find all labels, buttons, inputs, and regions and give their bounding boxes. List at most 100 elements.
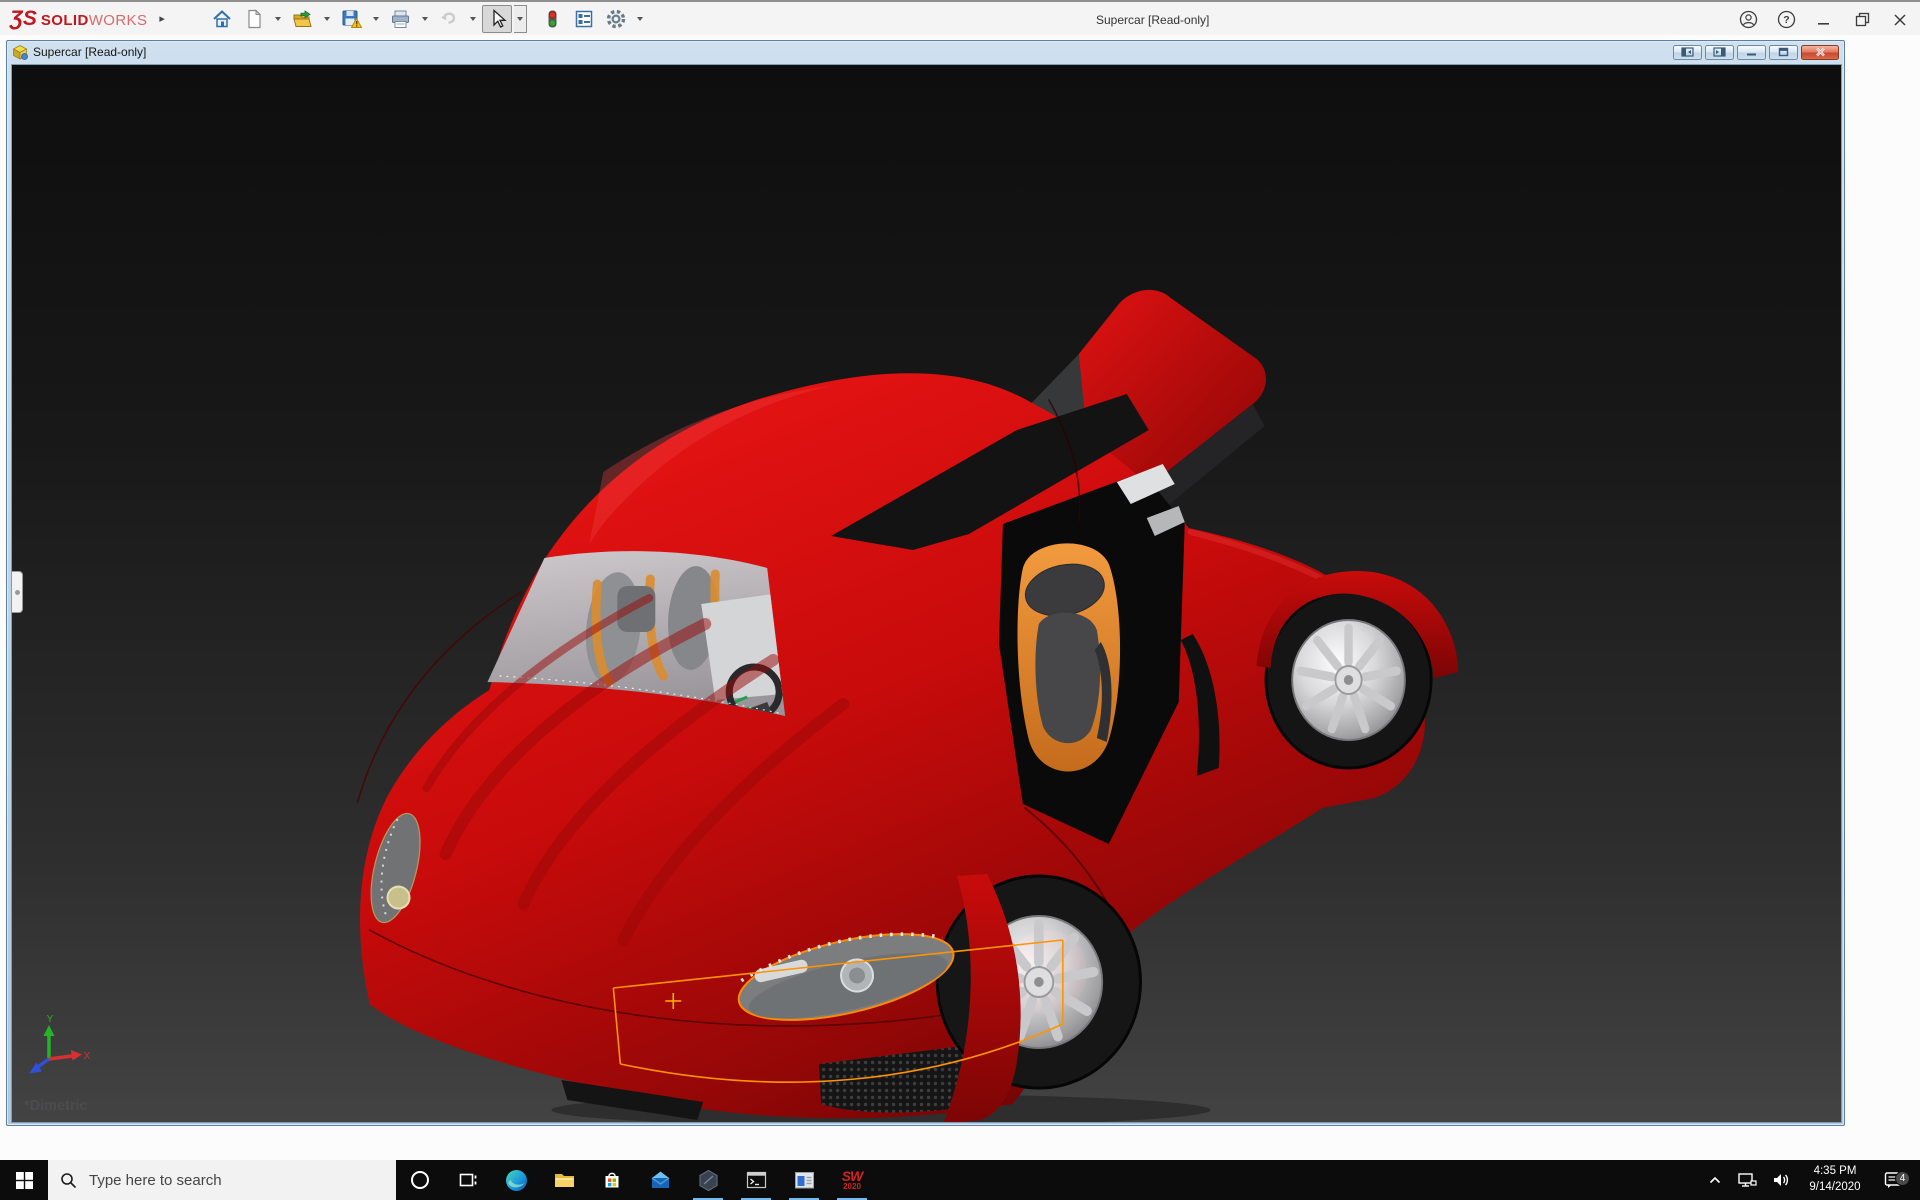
brand-solid: SOLID — [41, 12, 89, 29]
save-button[interactable] — [336, 5, 367, 33]
close-icon — [1892, 12, 1908, 28]
hexagon-app-icon — [696, 1168, 721, 1193]
close-button[interactable] — [1886, 6, 1914, 34]
terminal-icon — [744, 1168, 769, 1193]
taskbar-edge[interactable] — [492, 1160, 540, 1200]
selection-stoplight-button[interactable] — [537, 5, 567, 33]
tray-network-button[interactable] — [1730, 1169, 1764, 1191]
doc-minimize-button[interactable] — [1737, 45, 1766, 60]
cortana-icon — [409, 1169, 431, 1191]
save-dropdown[interactable] — [369, 5, 383, 33]
document-window-controls — [1673, 45, 1839, 60]
svg-text:?: ? — [1783, 14, 1789, 26]
tray-time: 4:35 PM — [1800, 1164, 1870, 1180]
taskbar-search[interactable] — [48, 1160, 396, 1200]
task-view-icon — [457, 1169, 479, 1191]
document-titlebar[interactable]: Supercar [Read-only] — [7, 41, 1844, 63]
new-document-button[interactable] — [239, 5, 269, 33]
start-button[interactable] — [0, 1160, 48, 1200]
store-icon — [600, 1168, 624, 1192]
select-tool-button[interactable] — [482, 5, 512, 33]
solidworks-icon: SW 2020 — [842, 1169, 863, 1191]
app-titlebar: ƷS SOLID WORKS ▸ — [0, 0, 1920, 35]
design-table-button[interactable] — [569, 5, 599, 33]
undo-icon — [438, 8, 460, 30]
account-button[interactable] — [1734, 6, 1762, 34]
minimize-icon — [1745, 47, 1758, 57]
selection-stoplight-icon — [541, 8, 563, 30]
assembly-cube-icon — [12, 44, 28, 60]
mail-icon — [648, 1168, 673, 1193]
task-view-button[interactable] — [444, 1160, 492, 1200]
minimize-button[interactable] — [1810, 6, 1838, 34]
system-tray: 4:35 PM 9/14/2020 4 — [1700, 1160, 1920, 1200]
search-icon — [60, 1172, 77, 1189]
solidworks-logo: ƷS SOLID WORKS — [0, 7, 153, 31]
open-dropdown[interactable] — [320, 5, 334, 33]
undo-dropdown[interactable] — [466, 5, 480, 33]
save-icon — [340, 8, 363, 30]
minimize-icon — [1816, 12, 1832, 28]
new-document-icon — [243, 8, 265, 30]
start-icon — [16, 1172, 33, 1189]
taskbar-mail[interactable] — [636, 1160, 684, 1200]
help-button[interactable]: ? — [1772, 6, 1800, 34]
design-table-icon — [573, 8, 595, 30]
tray-volume-button[interactable] — [1764, 1169, 1798, 1191]
pane-toggle-right-button[interactable] — [1705, 45, 1734, 60]
graphics-viewport[interactable]: Y X *Dimetric — [11, 64, 1842, 1123]
print-dropdown[interactable] — [418, 5, 432, 33]
volume-icon — [1770, 1169, 1792, 1191]
pane-toggle-left-button[interactable] — [1673, 45, 1702, 60]
print-button[interactable] — [385, 5, 416, 33]
chevron-up-icon — [1706, 1171, 1724, 1189]
app-window-title: Supercar [Read-only] — [1096, 2, 1209, 37]
window-app-icon — [792, 1168, 817, 1193]
car-render: Y X *Dimetric — [12, 65, 1841, 1122]
open-folder-icon — [291, 8, 314, 30]
tab-grip-icon — [15, 590, 20, 595]
doc-close-button[interactable] — [1801, 45, 1839, 60]
quick-access-toolbar — [207, 5, 647, 33]
restore-button[interactable] — [1848, 6, 1876, 34]
action-center-button[interactable]: 4 — [1872, 1169, 1914, 1191]
home-button[interactable] — [207, 5, 237, 33]
pane-toggle-left-icon — [1681, 47, 1694, 57]
restore-icon — [1777, 47, 1790, 57]
select-tool-dropdown[interactable] — [514, 5, 527, 33]
notification-count-badge: 4 — [1895, 1171, 1910, 1186]
taskbar-window-app[interactable] — [780, 1160, 828, 1200]
open-button[interactable] — [287, 5, 318, 33]
taskbar-solidworks[interactable]: SW 2020 — [828, 1160, 876, 1200]
ds-logo-glyph: ƷS — [10, 7, 37, 31]
triad-x-label: X — [84, 1051, 91, 1062]
triad-y-label: Y — [47, 1014, 54, 1025]
menu-flyout-arrow-icon[interactable]: ▸ — [159, 12, 165, 25]
undo-button[interactable] — [434, 5, 464, 33]
restore-icon — [1854, 11, 1871, 28]
windows-taskbar: SW 2020 4:35 PM 9/14/2020 — [0, 1160, 1920, 1200]
brand-works: WORKS — [89, 12, 148, 29]
close-icon — [1814, 47, 1827, 57]
tray-date: 9/14/2020 — [1800, 1180, 1870, 1196]
account-icon — [1739, 10, 1758, 29]
options-gear-icon — [605, 8, 627, 30]
file-explorer-icon — [552, 1168, 577, 1193]
home-icon — [211, 8, 233, 30]
document-title: Supercar [Read-only] — [33, 45, 146, 59]
taskbar-store[interactable] — [588, 1160, 636, 1200]
taskbar-file-explorer[interactable] — [540, 1160, 588, 1200]
search-input[interactable] — [87, 1171, 347, 1190]
taskbar-hexagon-app[interactable] — [684, 1160, 732, 1200]
doc-restore-button[interactable] — [1769, 45, 1798, 60]
cortana-button[interactable] — [396, 1160, 444, 1200]
options-dropdown[interactable] — [633, 5, 647, 33]
options-button[interactable] — [601, 5, 631, 33]
taskbar-terminal[interactable] — [732, 1160, 780, 1200]
pane-toggle-right-icon — [1713, 47, 1726, 57]
new-document-dropdown[interactable] — [271, 5, 285, 33]
tray-chevron-button[interactable] — [1700, 1171, 1730, 1189]
tray-clock[interactable]: 4:35 PM 9/14/2020 — [1798, 1164, 1872, 1195]
panel-expand-tab[interactable] — [12, 571, 23, 613]
document-window: Supercar [Read-only] — [6, 40, 1845, 1126]
